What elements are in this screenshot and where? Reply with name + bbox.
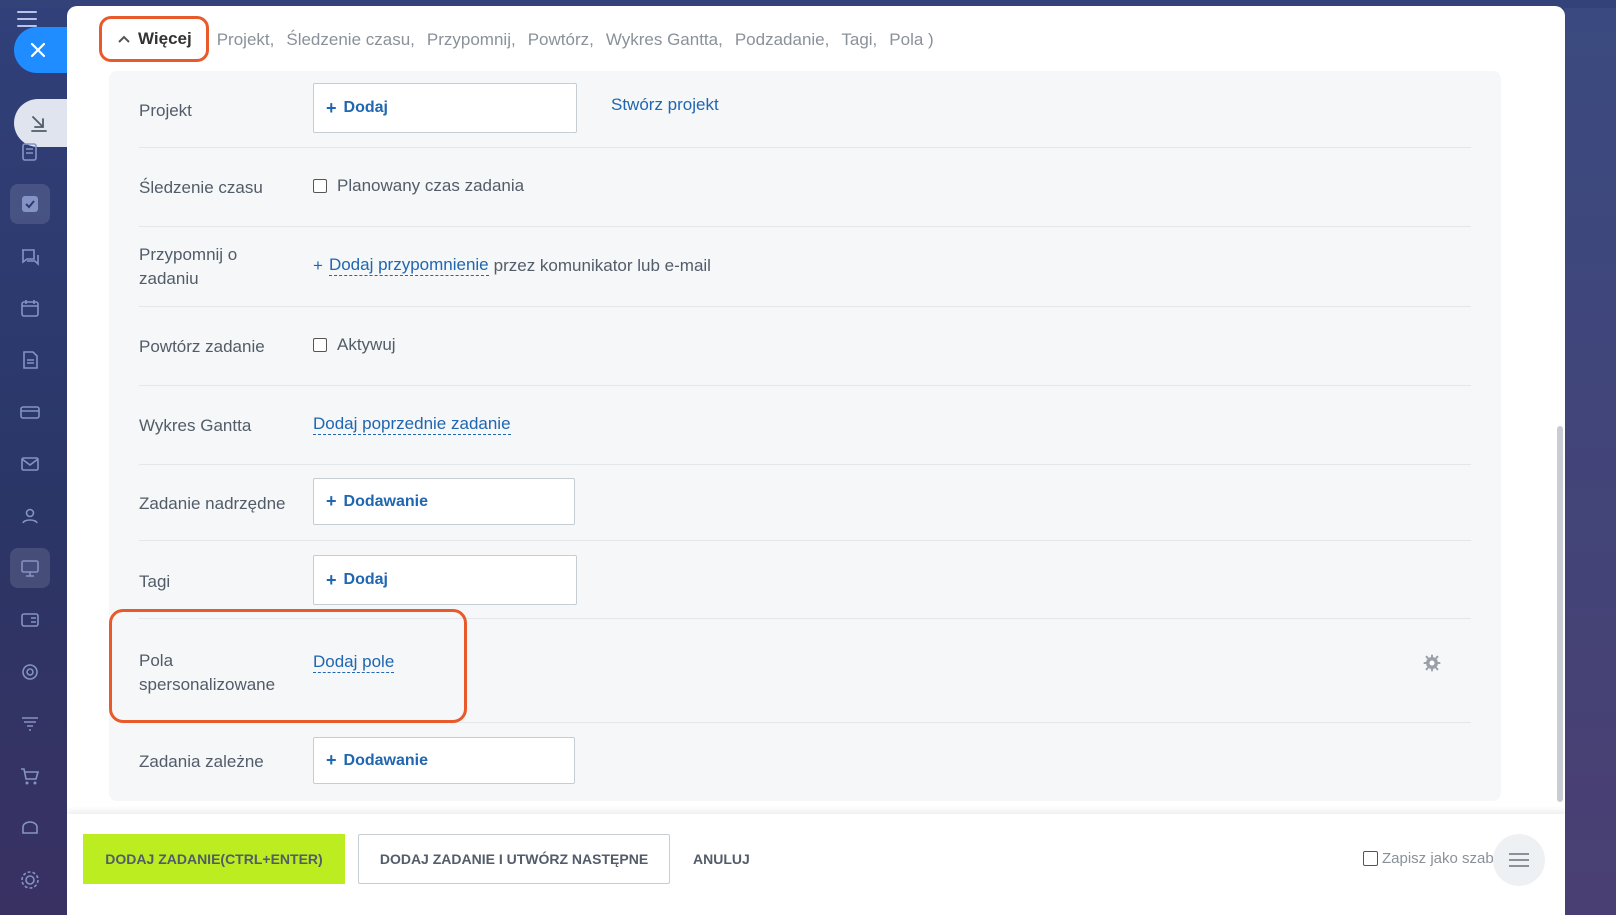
- more-toggle[interactable]: Więcej: [99, 16, 209, 62]
- add-dependent-label: Dodawanie: [343, 751, 428, 769]
- more-header: Więcej Projekt, Śledzenie czasu, Przypom…: [99, 16, 934, 62]
- row-custom-fields: Pola spersonalizowane Dodaj pole: [139, 619, 1471, 723]
- close-button[interactable]: [14, 27, 68, 73]
- row-label: Śledzenie czasu: [139, 178, 263, 197]
- add-previous-task-link[interactable]: Dodaj poprzednie zadanie: [313, 414, 511, 435]
- chevron-up-icon: [118, 35, 130, 43]
- card-icon[interactable]: [10, 392, 50, 432]
- add-reminder-link[interactable]: Dodaj przypomnienie: [328, 255, 489, 276]
- add-and-create-next-button[interactable]: DODAJ ZADANIE I UTWÓRZ NASTĘPNE: [358, 834, 670, 884]
- repeat-checkbox[interactable]: [313, 338, 327, 352]
- close-icon: [30, 42, 46, 58]
- users-icon[interactable]: [10, 496, 50, 536]
- add-project-label: Dodaj: [343, 99, 388, 116]
- row-dependent-tasks: Zadania zależne + Dodawanie: [139, 723, 1471, 801]
- add-dependent-task-button[interactable]: + Dodawanie: [313, 737, 575, 784]
- reminder-suffix: przez komunikator lub e-mail: [493, 255, 711, 275]
- row-label: Wykres Gantta: [139, 416, 252, 435]
- add-parent-label: Dodawanie: [343, 492, 428, 510]
- gear-icon[interactable]: [1423, 654, 1441, 672]
- more-item[interactable]: Projekt,: [217, 30, 275, 50]
- task-form-panel: Więcej Projekt, Śledzenie czasu, Przypom…: [67, 6, 1565, 915]
- add-tag-button[interactable]: + Dodaj: [313, 555, 577, 605]
- row-parent-task: Zadanie nadrzędne + Dodawanie: [139, 465, 1471, 541]
- more-item[interactable]: Przypomnij,: [427, 30, 516, 50]
- more-item[interactable]: Pola ): [889, 30, 933, 50]
- more-item[interactable]: Podzadanie,: [735, 30, 830, 50]
- sidebar-icons: [10, 132, 58, 912]
- arrow-down-right-icon: [31, 116, 47, 132]
- add-project-button[interactable]: + Dodaj: [313, 83, 577, 133]
- add-field-link[interactable]: Dodaj pole: [313, 652, 395, 673]
- save-template-checkbox[interactable]: [1363, 851, 1378, 866]
- row-reminder: Przypomnij o zadaniu + Dodaj przypomnien…: [139, 227, 1471, 307]
- add-parent-task-button[interactable]: + Dodawanie: [313, 478, 575, 525]
- scrollbar[interactable]: [1557, 426, 1563, 802]
- row-tags: Tagi + Dodaj: [139, 541, 1471, 619]
- settings-icon[interactable]: [10, 860, 50, 900]
- repeat-label: Aktywuj: [337, 335, 396, 354]
- row-project: Projekt + Dodaj Stwórz projekt: [139, 71, 1471, 148]
- target-icon[interactable]: [10, 652, 50, 692]
- document-icon[interactable]: [10, 340, 50, 380]
- tasks-icon[interactable]: [10, 184, 50, 224]
- cart-icon[interactable]: [10, 756, 50, 796]
- more-section-body: Projekt + Dodaj Stwórz projekt Śledzenie…: [109, 71, 1501, 801]
- plus-icon: +: [326, 750, 337, 770]
- row-label: Pola spersonalizowane: [139, 651, 276, 694]
- plus-icon: +: [326, 491, 337, 511]
- more-item[interactable]: Powtórz,: [528, 30, 594, 50]
- save-as-template[interactable]: Zapisz jako szablon: [1363, 850, 1514, 867]
- form-footer: DODAJ ZADANIE(CTRL+ENTER) DODAJ ZADANIE …: [67, 814, 1565, 915]
- more-toggle-label: Więcej: [138, 29, 192, 48]
- filter-icon[interactable]: [10, 704, 50, 744]
- board-icon[interactable]: [10, 548, 50, 588]
- create-project-link[interactable]: Stwórz projekt: [611, 95, 719, 115]
- row-label: Projekt: [139, 101, 192, 120]
- plus-icon: +: [326, 97, 337, 118]
- planned-time-label: Planowany czas zadania: [337, 176, 525, 195]
- mail-icon[interactable]: [10, 444, 50, 484]
- row-gantt: Wykres Gantta Dodaj poprzednie zadanie: [139, 386, 1471, 465]
- contact-card-icon[interactable]: [10, 600, 50, 640]
- add-tag-label: Dodaj: [343, 571, 388, 588]
- more-item[interactable]: Tagi,: [841, 30, 877, 50]
- more-item[interactable]: Wykres Gantta,: [606, 30, 723, 50]
- row-time-tracking: Śledzenie czasu Planowany czas zadania: [139, 148, 1471, 227]
- list-icon[interactable]: [10, 132, 50, 172]
- row-label: Tagi: [139, 572, 171, 591]
- more-section-list: Projekt, Śledzenie czasu, Przypomnij, Po…: [217, 30, 934, 50]
- planned-time-checkbox[interactable]: [313, 179, 327, 193]
- list-button[interactable]: [1493, 834, 1545, 886]
- chat-icon[interactable]: [10, 236, 50, 276]
- cancel-button[interactable]: ANULUJ: [685, 834, 758, 884]
- row-label: Przypomnij o zadaniu: [139, 245, 238, 288]
- plus-icon: +: [326, 569, 337, 590]
- storage-icon[interactable]: [10, 808, 50, 848]
- right-background: [1564, 0, 1616, 915]
- row-label: Powtórz zadanie: [139, 337, 265, 356]
- row-label: Zadanie nadrzędne: [139, 494, 286, 513]
- add-task-button[interactable]: DODAJ ZADANIE(CTRL+ENTER): [83, 834, 345, 884]
- calendar-icon[interactable]: [10, 288, 50, 328]
- list-icon: [1509, 853, 1529, 867]
- more-item[interactable]: Śledzenie czasu,: [286, 30, 415, 50]
- row-repeat: Powtórz zadanie Aktywuj: [139, 307, 1471, 386]
- plus-icon: +: [313, 255, 323, 275]
- row-label: Zadania zależne: [139, 752, 264, 771]
